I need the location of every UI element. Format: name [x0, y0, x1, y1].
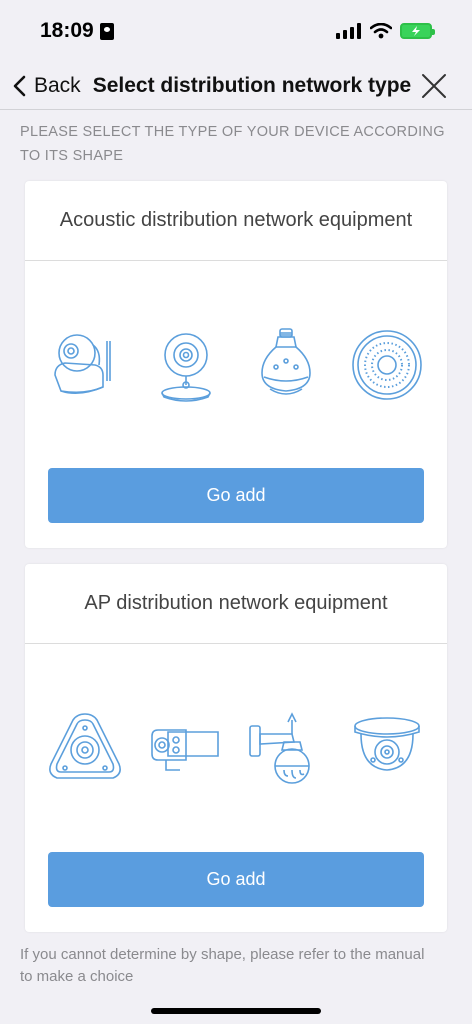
chevron-left-icon: [13, 75, 26, 96]
help-note: If you cannot determine by shape, please…: [20, 946, 425, 985]
instruction-text: PLEASE SELECT THE TYPE OF YOUR DEVICE AC…: [20, 124, 445, 164]
contact-badge-icon: [99, 22, 114, 40]
back-button[interactable]: Back: [0, 74, 81, 98]
ptz-camera-icon: [54, 333, 112, 394]
navigation-bar: Back Select distribution network type: [0, 62, 472, 110]
cellular-signal-icon: [336, 23, 361, 39]
bullet-camera-icon: [150, 728, 219, 771]
round-speaker-camera-icon: [351, 329, 422, 400]
card-title: AP distribution network equipment: [25, 564, 447, 644]
back-label: Back: [34, 73, 81, 97]
page-title: Select distribution network type: [92, 73, 412, 97]
go-add-acoustic-button[interactable]: Go add: [48, 468, 424, 523]
status-indicators: [336, 23, 435, 39]
status-time: 18:09: [40, 19, 94, 42]
home-indicator[interactable]: [151, 1008, 321, 1014]
card-title: Acoustic distribution network equipment: [25, 181, 447, 261]
go-add-ap-button[interactable]: Go add: [48, 852, 424, 907]
wall-mount-dome-camera-icon: [249, 711, 311, 784]
device-icons-row: [25, 644, 447, 851]
bulb-camera-icon: [261, 327, 312, 395]
status-time-group: 18:09: [40, 19, 114, 43]
acoustic-network-card: Acoustic distribution network equipment: [25, 181, 447, 548]
mini-camera-icon: [160, 332, 211, 402]
ap-network-card: AP distribution network equipment Go add: [25, 564, 447, 932]
status-bar: 18:09: [0, 0, 472, 62]
dome-camera-icon: [353, 716, 420, 771]
wifi-icon: [370, 23, 392, 39]
fisheye-camera-icon: [49, 712, 122, 779]
close-icon[interactable]: [420, 72, 448, 100]
battery-charging-icon: [400, 23, 435, 39]
device-icons-row: [25, 261, 447, 468]
